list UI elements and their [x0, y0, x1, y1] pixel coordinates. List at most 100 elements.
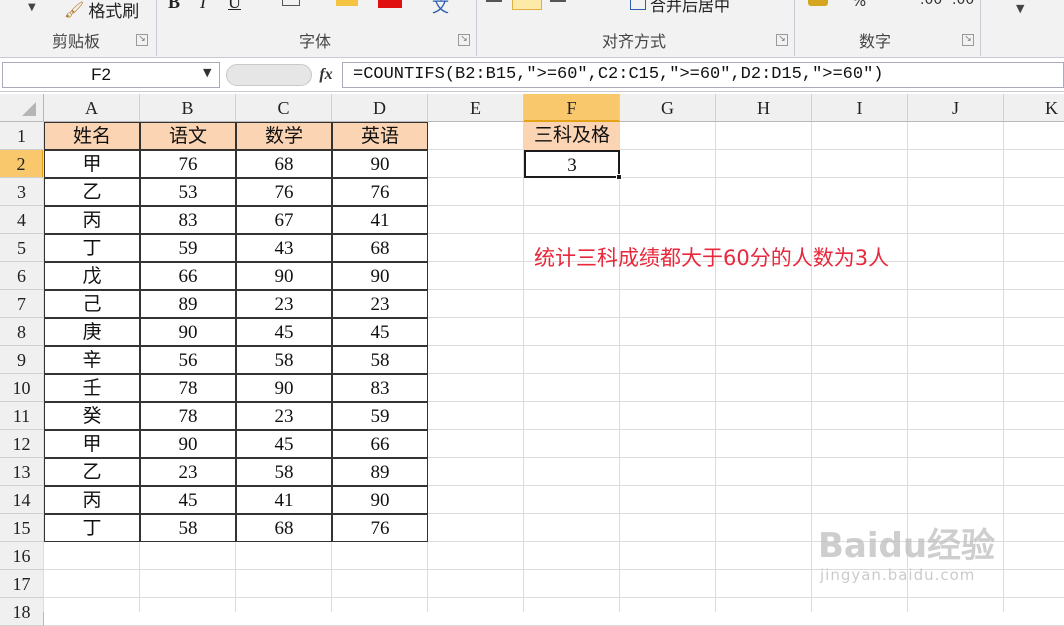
column-header-b[interactable]: B: [140, 94, 236, 122]
selected-result-cell[interactable]: 3: [524, 150, 620, 178]
border-icon[interactable]: [282, 0, 300, 6]
data-cell[interactable]: 41: [332, 206, 428, 234]
result-header-cell[interactable]: 三科及格: [524, 122, 620, 150]
column-header-e[interactable]: E: [428, 94, 524, 122]
splitter-handle[interactable]: [226, 64, 312, 86]
data-cell[interactable]: 丁: [44, 234, 140, 262]
data-cell[interactable]: 68: [236, 514, 332, 542]
fx-icon[interactable]: fx: [314, 62, 338, 88]
row-header-11[interactable]: 11: [0, 402, 44, 430]
dialog-launcher-icon[interactable]: ↘: [776, 34, 788, 46]
header-cell[interactable]: 英语: [332, 122, 428, 150]
data-cell[interactable]: 45: [140, 486, 236, 514]
column-header-f[interactable]: F: [524, 94, 620, 122]
dialog-launcher-icon[interactable]: ↘: [136, 34, 148, 46]
formula-input[interactable]: =COUNTIFS(B2:B15,">=60",C2:C15,">=60",D2…: [342, 62, 1064, 88]
row-header-1[interactable]: 1: [0, 122, 44, 150]
data-cell[interactable]: 23: [236, 402, 332, 430]
chevron-down-icon[interactable]: ▼: [203, 66, 211, 79]
data-cell[interactable]: 乙: [44, 458, 140, 486]
currency-icon[interactable]: [808, 0, 828, 6]
data-cell[interactable]: 癸: [44, 402, 140, 430]
percent-button[interactable]: %: [852, 0, 866, 10]
data-cell[interactable]: 甲: [44, 430, 140, 458]
dropdown-arrow-icon[interactable]: ▼: [28, 2, 36, 13]
data-cell[interactable]: 23: [140, 458, 236, 486]
column-header-j[interactable]: J: [908, 94, 1004, 122]
data-cell[interactable]: 90: [236, 374, 332, 402]
data-cell[interactable]: 76: [236, 178, 332, 206]
column-header-a[interactable]: A: [44, 94, 140, 122]
data-cell[interactable]: 59: [140, 234, 236, 262]
data-cell[interactable]: 43: [236, 234, 332, 262]
data-cell[interactable]: 90: [140, 318, 236, 346]
data-cell[interactable]: 90: [140, 430, 236, 458]
wrap-text-icon[interactable]: [592, 0, 610, 4]
row-header-18[interactable]: 18: [0, 598, 44, 626]
row-header-2[interactable]: 2: [0, 150, 44, 178]
data-cell[interactable]: 45: [236, 318, 332, 346]
row-header-16[interactable]: 16: [0, 542, 44, 570]
data-cell[interactable]: 83: [140, 206, 236, 234]
data-cell[interactable]: 58: [236, 346, 332, 374]
decrease-decimal-button[interactable]: .00: [952, 0, 974, 8]
row-header-5[interactable]: 5: [0, 234, 44, 262]
row-header-4[interactable]: 4: [0, 206, 44, 234]
row-header-12[interactable]: 12: [0, 430, 44, 458]
data-cell[interactable]: 76: [332, 514, 428, 542]
row-header-10[interactable]: 10: [0, 374, 44, 402]
data-cell[interactable]: 89: [332, 458, 428, 486]
header-cell[interactable]: 姓名: [44, 122, 140, 150]
italic-button[interactable]: I: [200, 0, 206, 13]
format-painter-button[interactable]: 🖌 格式刷: [64, 0, 139, 22]
data-cell[interactable]: 90: [332, 486, 428, 514]
row-header-3[interactable]: 3: [0, 178, 44, 206]
data-cell[interactable]: 45: [236, 430, 332, 458]
data-cell[interactable]: 76: [140, 150, 236, 178]
row-header-13[interactable]: 13: [0, 458, 44, 486]
data-cell[interactable]: 66: [140, 262, 236, 290]
bold-button[interactable]: B: [168, 0, 180, 13]
data-cell[interactable]: 59: [332, 402, 428, 430]
column-header-g[interactable]: G: [620, 94, 716, 122]
row-header-14[interactable]: 14: [0, 486, 44, 514]
data-cell[interactable]: 78: [140, 402, 236, 430]
data-cell[interactable]: 58: [332, 346, 428, 374]
increase-decimal-button[interactable]: .00: [920, 0, 942, 8]
column-header-i[interactable]: I: [812, 94, 908, 122]
data-cell[interactable]: 丙: [44, 486, 140, 514]
data-cell[interactable]: 66: [332, 430, 428, 458]
data-cell[interactable]: 41: [236, 486, 332, 514]
header-cell[interactable]: 数学: [236, 122, 332, 150]
name-box[interactable]: F2 ▼: [2, 62, 220, 88]
dialog-launcher-icon[interactable]: ↘: [458, 34, 470, 46]
data-cell[interactable]: 89: [140, 290, 236, 318]
data-cell[interactable]: 53: [140, 178, 236, 206]
data-cell[interactable]: 90: [332, 150, 428, 178]
row-header-9[interactable]: 9: [0, 346, 44, 374]
column-header-h[interactable]: H: [716, 94, 812, 122]
merge-center-button[interactable]: 合并后居中: [630, 0, 730, 16]
dialog-launcher-icon[interactable]: ↘: [962, 34, 974, 46]
column-header-d[interactable]: D: [332, 94, 428, 122]
wen-button[interactable]: 文: [432, 0, 449, 17]
data-cell[interactable]: 67: [236, 206, 332, 234]
data-cell[interactable]: 23: [236, 290, 332, 318]
data-cell[interactable]: 58: [236, 458, 332, 486]
data-cell[interactable]: 83: [332, 374, 428, 402]
data-cell[interactable]: 90: [236, 262, 332, 290]
data-cell[interactable]: 丙: [44, 206, 140, 234]
data-cell[interactable]: 乙: [44, 178, 140, 206]
ribbon-scroll-down-icon[interactable]: ▼: [1016, 2, 1024, 15]
align-middle-icon[interactable]: [512, 0, 542, 10]
data-cell[interactable]: 庚: [44, 318, 140, 346]
data-cell[interactable]: 58: [140, 514, 236, 542]
underline-button[interactable]: U: [228, 0, 241, 13]
align-top-icon[interactable]: [486, 0, 502, 3]
column-header-k[interactable]: K: [1004, 94, 1064, 122]
data-cell[interactable]: 己: [44, 290, 140, 318]
row-header-15[interactable]: 15: [0, 514, 44, 542]
data-cell[interactable]: 丁: [44, 514, 140, 542]
row-header-8[interactable]: 8: [0, 318, 44, 346]
row-header-6[interactable]: 6: [0, 262, 44, 290]
